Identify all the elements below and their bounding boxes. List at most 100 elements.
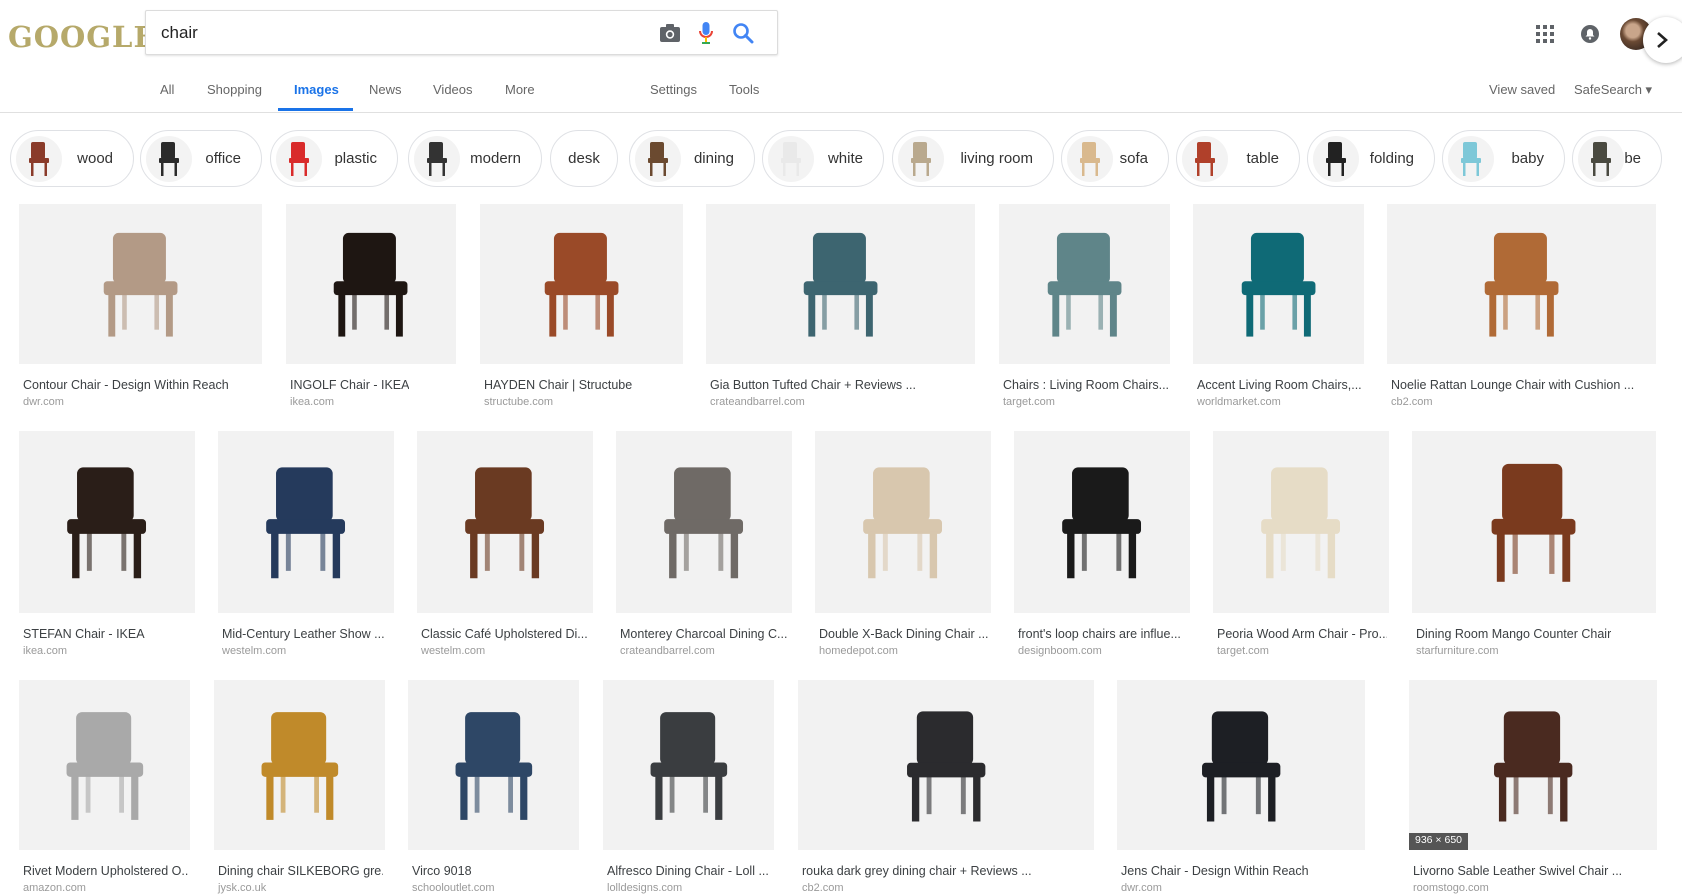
image-result[interactable]: Accent Living Room Chairs,... worldmarket…	[1193, 204, 1364, 410]
tab-all[interactable]: All	[160, 82, 174, 97]
result-source[interactable]: structube.com	[484, 396, 553, 408]
result-thumbnail[interactable]	[1193, 204, 1364, 364]
image-result[interactable]: Noelie Rattan Lounge Chair with Cushion …	[1387, 204, 1656, 410]
result-source[interactable]: schooloutlet.com	[412, 882, 495, 894]
result-title[interactable]: Gia Button Tufted Chair + Reviews ...	[710, 378, 916, 392]
result-source[interactable]: dwr.com	[1121, 882, 1162, 894]
result-source[interactable]: ikea.com	[23, 645, 67, 657]
result-source[interactable]: target.com	[1217, 645, 1269, 657]
chip-baby[interactable]: baby	[1442, 130, 1565, 187]
tab-videos[interactable]: Videos	[433, 82, 473, 97]
result-source[interactable]: lolldesigns.com	[607, 882, 682, 894]
image-result[interactable]: Double X-Back Dining Chair ... homedepot.…	[815, 431, 991, 659]
result-source[interactable]: jysk.co.uk	[218, 882, 266, 894]
result-title[interactable]: Dining chair SILKEBORG gre...	[218, 864, 383, 878]
result-source[interactable]: cb2.com	[802, 882, 844, 894]
result-title[interactable]: Livorno Sable Leather Swivel Chair ...	[1413, 864, 1622, 878]
result-source[interactable]: worldmarket.com	[1197, 396, 1281, 408]
image-result[interactable]: Mid-Century Leather Show ... westelm.com	[218, 431, 394, 659]
image-result[interactable]: Peoria Wood Arm Chair - Pro... target.com	[1213, 431, 1389, 659]
result-thumbnail[interactable]	[798, 680, 1094, 850]
result-title[interactable]: STEFAN Chair - IKEA	[23, 627, 145, 641]
result-thumbnail[interactable]	[815, 431, 991, 613]
result-source[interactable]: homedepot.com	[819, 645, 898, 657]
result-source[interactable]: target.com	[1003, 396, 1055, 408]
result-source[interactable]: amazon.com	[23, 882, 86, 894]
image-result[interactable]: Virco 9018 schooloutlet.com	[408, 680, 579, 895]
image-result[interactable]: Dining Room Mango Counter Chair starfurni…	[1412, 431, 1656, 659]
image-result[interactable]: HAYDEN Chair | Structube structube.com	[480, 204, 683, 410]
image-result[interactable]: INGOLF Chair - IKEA ikea.com	[286, 204, 456, 410]
image-result[interactable]: Rivet Modern Upholstered O... amazon.com	[19, 680, 190, 895]
tab-news[interactable]: News	[369, 82, 402, 97]
chip-living-room[interactable]: living room	[892, 130, 1054, 187]
chip-wood[interactable]: wood	[10, 130, 134, 187]
result-thumbnail[interactable]	[706, 204, 975, 364]
chip-modern[interactable]: modern	[408, 130, 542, 187]
result-thumbnail[interactable]: 936 × 650	[1409, 680, 1657, 850]
result-title[interactable]: Noelie Rattan Lounge Chair with Cushion …	[1391, 378, 1634, 392]
tab-settings[interactable]: Settings	[650, 82, 697, 97]
chip-office[interactable]: office	[140, 130, 262, 187]
result-thumbnail[interactable]	[480, 204, 683, 364]
result-thumbnail[interactable]	[603, 680, 774, 850]
result-thumbnail[interactable]	[999, 204, 1170, 364]
safesearch-dropdown[interactable]: SafeSearch ▾	[1574, 82, 1652, 98]
result-title[interactable]: Chairs : Living Room Chairs...	[1003, 378, 1168, 392]
result-thumbnail[interactable]	[19, 204, 262, 364]
result-source[interactable]: designboom.com	[1018, 645, 1102, 657]
result-source[interactable]: westelm.com	[222, 645, 286, 657]
result-title[interactable]: Rivet Modern Upholstered O...	[23, 864, 188, 878]
result-thumbnail[interactable]	[19, 431, 195, 613]
result-thumbnail[interactable]	[417, 431, 593, 613]
result-source[interactable]: ikea.com	[290, 396, 334, 408]
image-result[interactable]: Chairs : Living Room Chairs... target.com	[999, 204, 1170, 410]
result-title[interactable]: HAYDEN Chair | Structube	[484, 378, 632, 392]
result-title[interactable]: Monterey Charcoal Dining C...	[620, 627, 787, 641]
result-thumbnail[interactable]	[218, 431, 394, 613]
logo[interactable]: GOOGLE	[8, 20, 157, 54]
result-title[interactable]: Mid-Century Leather Show ...	[222, 627, 385, 641]
result-title[interactable]: Dining Room Mango Counter Chair	[1416, 627, 1611, 641]
result-thumbnail[interactable]	[1117, 680, 1365, 850]
chevron-right-icon[interactable]	[1643, 17, 1682, 63]
apps-grid-icon[interactable]	[1529, 18, 1561, 50]
result-title[interactable]: front's loop chairs are influe...	[1018, 627, 1181, 641]
result-source[interactable]: dwr.com	[23, 396, 64, 408]
microphone-icon[interactable]	[694, 21, 718, 45]
image-result[interactable]: 936 × 650 Livorno Sable Leather Swivel Ch…	[1409, 680, 1657, 895]
notifications-icon[interactable]	[1574, 18, 1606, 50]
tab-shopping[interactable]: Shopping	[207, 82, 262, 97]
result-source[interactable]: crateandbarrel.com	[710, 396, 805, 408]
result-thumbnail[interactable]	[1213, 431, 1389, 613]
image-result[interactable]: Jens Chair - Design Within Reach dwr.com	[1117, 680, 1365, 895]
result-title[interactable]: Virco 9018	[412, 864, 472, 878]
chip-desk[interactable]: desk	[550, 130, 618, 187]
image-result[interactable]: Alfresco Dining Chair - Loll ... lolldesi…	[603, 680, 774, 895]
tab-tools[interactable]: Tools	[729, 82, 759, 97]
camera-icon[interactable]	[658, 21, 682, 45]
result-title[interactable]: Accent Living Room Chairs,...	[1197, 378, 1362, 392]
image-result[interactable]: Classic Café Upholstered Di... westelm.co…	[417, 431, 593, 659]
tab-images[interactable]: Images	[294, 82, 339, 97]
result-thumbnail[interactable]	[1387, 204, 1656, 364]
result-title[interactable]: Jens Chair - Design Within Reach	[1121, 864, 1309, 878]
result-source[interactable]: crateandbarrel.com	[620, 645, 715, 657]
result-title[interactable]: Contour Chair - Design Within Reach	[23, 378, 229, 392]
search-input[interactable]	[161, 11, 631, 54]
chip-folding[interactable]: folding	[1307, 130, 1435, 187]
chip-white[interactable]: white	[762, 130, 884, 187]
chip-plastic[interactable]: plastic	[270, 130, 398, 187]
chip-be[interactable]: be	[1572, 130, 1662, 187]
result-thumbnail[interactable]	[408, 680, 579, 850]
chip-sofa[interactable]: sofa	[1061, 130, 1169, 187]
result-title[interactable]: Double X-Back Dining Chair ...	[819, 627, 989, 641]
chip-dining[interactable]: dining	[629, 130, 755, 187]
image-result[interactable]: front's loop chairs are influe... designb…	[1014, 431, 1190, 659]
search-icon[interactable]	[731, 21, 755, 45]
image-result[interactable]: Contour Chair - Design Within Reach dwr.c…	[19, 204, 262, 410]
result-thumbnail[interactable]	[286, 204, 456, 364]
result-title[interactable]: INGOLF Chair - IKEA	[290, 378, 409, 392]
image-result[interactable]: rouka dark grey dining chair + Reviews .…	[798, 680, 1094, 895]
result-thumbnail[interactable]	[1014, 431, 1190, 613]
